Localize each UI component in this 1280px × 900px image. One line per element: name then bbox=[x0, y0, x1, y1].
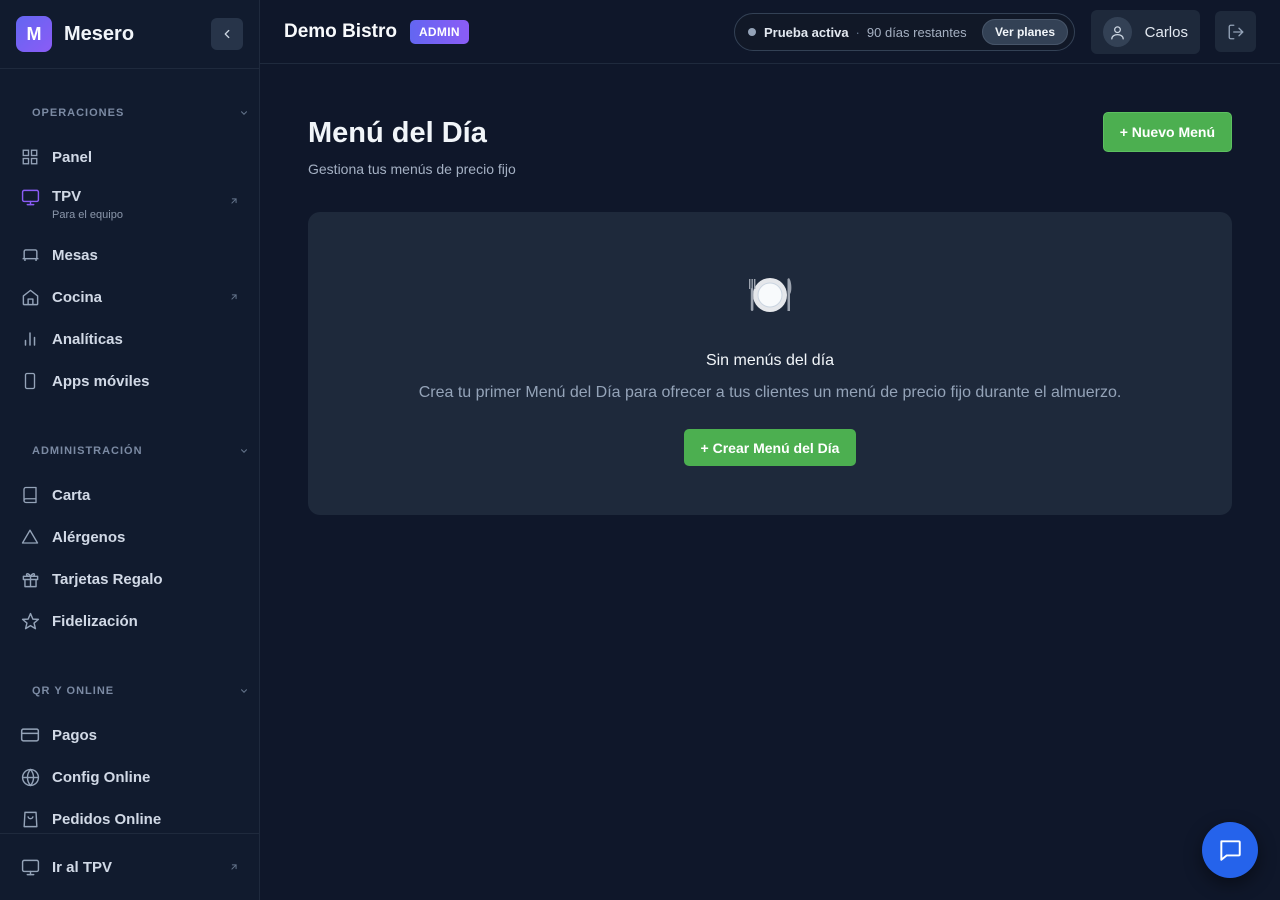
sidebar-item-mesas[interactable]: Mesas bbox=[0, 234, 259, 276]
avatar bbox=[1103, 17, 1132, 47]
sidebar-item-label: Analíticas bbox=[52, 330, 123, 348]
topbar: Demo Bistro ADMIN Prueba activa · 90 día… bbox=[260, 0, 1280, 64]
sidebar-nav[interactable]: OPERACIONES Panel TPV Para el equipo Mes… bbox=[0, 69, 259, 834]
plate-cutlery-icon bbox=[749, 278, 792, 312]
chevron-down-icon bbox=[240, 689, 248, 693]
sidebar-item-alergenos[interactable]: Alérgenos bbox=[0, 516, 259, 558]
empty-state-card: Sin menús del día Crea tu primer Menú de… bbox=[308, 212, 1232, 515]
user-icon bbox=[1111, 25, 1124, 40]
sidebar-item-analiticas[interactable]: Analíticas bbox=[0, 318, 259, 360]
new-menu-button[interactable]: + Nuevo Menú bbox=[1102, 112, 1232, 152]
sidebar-item-fidelizacion[interactable]: Fidelización bbox=[0, 600, 259, 642]
logout-button[interactable] bbox=[1215, 11, 1256, 52]
section-title: OPERACIONES bbox=[32, 107, 125, 119]
brand-logo[interactable]: M bbox=[16, 16, 52, 52]
star-icon bbox=[20, 611, 40, 631]
monitor-icon bbox=[20, 857, 40, 877]
create-menu-button[interactable]: + Crear Menú del Día bbox=[684, 429, 856, 466]
sidebar-footer: Ir al TPV bbox=[0, 833, 259, 900]
sidebar-item-apps-moviles[interactable]: Apps móviles bbox=[0, 360, 259, 402]
trial-status: Prueba activa bbox=[764, 24, 849, 40]
sidebar-item-label: Tarjetas Regalo bbox=[52, 570, 163, 588]
sidebar-item-sublabel: Para el equipo bbox=[52, 209, 123, 221]
smartphone-icon bbox=[20, 371, 40, 391]
grid-icon bbox=[20, 147, 40, 167]
page-title: Menú del Día bbox=[308, 117, 487, 149]
collapse-sidebar-button[interactable] bbox=[211, 18, 243, 50]
sidebar-item-label: Fidelización bbox=[52, 612, 138, 630]
home-icon bbox=[20, 287, 40, 307]
sidebar-item-tarjetas-regalo[interactable]: Tarjetas Regalo bbox=[0, 558, 259, 600]
brand-name: Mesero bbox=[64, 22, 135, 45]
shopping-bag-icon bbox=[20, 809, 40, 829]
go-to-tpv-label: Ir al TPV bbox=[52, 858, 113, 876]
user-menu-button[interactable]: Carlos bbox=[1091, 10, 1200, 54]
section-header-administracion[interactable]: ADMINISTRACIÓN bbox=[0, 441, 259, 461]
empty-state-description: Crea tu primer Menú del Día para ofrecer… bbox=[418, 384, 1122, 401]
sidebar: M Mesero OPERACIONES Panel TPV Para el e… bbox=[0, 0, 260, 900]
warning-icon bbox=[20, 527, 40, 547]
restaurant-name: Demo Bistro bbox=[284, 20, 397, 42]
chevron-left-icon bbox=[224, 29, 230, 39]
sidebar-item-config-online[interactable]: Config Online bbox=[0, 756, 259, 798]
sidebar-item-label: Apps móviles bbox=[52, 372, 150, 390]
chat-icon bbox=[1220, 840, 1241, 861]
credit-card-icon bbox=[20, 725, 40, 745]
trial-days-remaining: 90 días restantes bbox=[866, 24, 967, 40]
external-link-icon bbox=[229, 292, 239, 302]
sidebar-item-label: Alérgenos bbox=[52, 528, 126, 546]
sidebar-item-label: Mesas bbox=[52, 246, 98, 264]
go-to-tpv-link[interactable]: Ir al TPV bbox=[0, 846, 259, 888]
sidebar-item-label: Panel bbox=[52, 148, 93, 166]
sidebar-item-label: Pedidos Online bbox=[52, 810, 162, 828]
monitor-icon bbox=[20, 187, 40, 207]
user-name: Carlos bbox=[1144, 23, 1188, 41]
section-header-operaciones[interactable]: OPERACIONES bbox=[0, 103, 259, 123]
empty-state-title: Sin menús del día bbox=[705, 352, 835, 369]
chevron-down-icon bbox=[240, 449, 248, 453]
section-title: QR Y ONLINE bbox=[32, 685, 115, 697]
bar-chart-icon bbox=[20, 329, 40, 349]
globe-icon bbox=[20, 767, 40, 787]
chevron-down-icon bbox=[240, 111, 248, 115]
sidebar-item-pagos[interactable]: Pagos bbox=[0, 714, 259, 756]
section-header-qr-online[interactable]: QR Y ONLINE bbox=[0, 681, 259, 701]
sidebar-item-pedidos-online[interactable]: Pedidos Online bbox=[0, 798, 259, 834]
sidebar-item-label: TPV bbox=[52, 188, 82, 205]
logout-icon bbox=[1228, 24, 1243, 39]
sidebar-item-tpv[interactable]: TPV Para el equipo bbox=[0, 178, 259, 234]
book-icon bbox=[20, 485, 40, 505]
trial-status-pill: Prueba activa · 90 días restantes Ver pl… bbox=[734, 13, 1075, 51]
sidebar-item-label: Config Online bbox=[52, 768, 151, 786]
view-plans-button[interactable]: Ver planes bbox=[981, 19, 1068, 45]
separator: · bbox=[855, 24, 860, 40]
table-icon bbox=[20, 245, 40, 265]
sidebar-item-carta[interactable]: Carta bbox=[0, 474, 259, 516]
gift-icon bbox=[20, 569, 40, 589]
sidebar-item-panel[interactable]: Panel bbox=[0, 136, 259, 178]
sidebar-item-label: Carta bbox=[52, 486, 91, 504]
external-link-icon bbox=[229, 862, 239, 872]
role-badge: ADMIN bbox=[409, 19, 469, 44]
section-title: ADMINISTRACIÓN bbox=[32, 445, 143, 457]
brand: M Mesero bbox=[0, 0, 259, 69]
page-subtitle: Gestiona tus menús de precio fijo bbox=[308, 161, 516, 177]
sidebar-item-label: Cocina bbox=[52, 288, 103, 306]
chat-button[interactable] bbox=[1202, 822, 1258, 878]
status-dot bbox=[748, 28, 756, 36]
external-link-icon bbox=[229, 196, 239, 206]
sidebar-item-cocina[interactable]: Cocina bbox=[0, 276, 259, 318]
sidebar-item-label: Pagos bbox=[52, 726, 98, 744]
